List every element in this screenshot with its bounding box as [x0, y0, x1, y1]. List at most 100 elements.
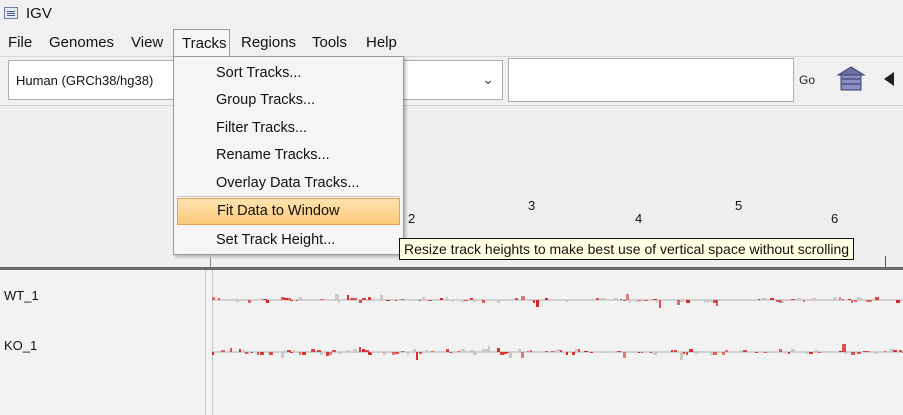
signal-bar [299, 352, 301, 355]
signal-bar [317, 350, 321, 352]
track-name-wt-1[interactable]: WT_1 [4, 288, 39, 303]
signal-bar [488, 299, 490, 300]
signal-bar [470, 298, 473, 300]
signal-bar [764, 298, 767, 300]
signal-bar [638, 300, 641, 301]
name-panel-divider[interactable] [205, 270, 206, 415]
genome-dropdown-value: Human (GRCh38/hg38) [16, 73, 154, 88]
signal-bar [845, 352, 847, 354]
track-signal-ko-1[interactable] [212, 339, 903, 367]
menu-item-overlay-data-tracks[interactable]: Overlay Data Tracks... [177, 170, 400, 197]
signal-bar [419, 300, 421, 301]
chromosome-label[interactable]: 2 [408, 211, 415, 226]
signal-bar [842, 344, 846, 352]
signal-bar [332, 350, 336, 352]
signal-bar [566, 352, 568, 355]
signal-bar [854, 300, 857, 302]
signal-bar [818, 352, 821, 353]
chromosome-label[interactable]: 6 [831, 211, 838, 226]
signal-bar [791, 299, 795, 300]
menu-regions[interactable]: Regions [233, 29, 304, 56]
signal-bar [452, 352, 454, 354]
signal-bar [779, 349, 782, 352]
signal-bar [287, 350, 291, 352]
signal-bar [578, 349, 580, 352]
menu-item-set-track-height[interactable]: Set Track Height... [177, 227, 400, 254]
signal-bar [653, 299, 657, 300]
signal-bar [827, 351, 830, 352]
signal-bar [422, 297, 425, 300]
signal-bar [353, 349, 357, 352]
menu-view[interactable]: View [123, 29, 171, 56]
menu-item-filter-tracks[interactable]: Filter Tracks... [177, 115, 400, 142]
signal-bar [395, 352, 399, 354]
signal-bar [521, 352, 524, 358]
signal-bar [212, 352, 214, 355]
signal-bar [650, 300, 653, 301]
signal-bar [851, 352, 855, 355]
signal-bar [848, 299, 851, 300]
signal-bar [575, 349, 578, 352]
signal-bar [425, 350, 428, 352]
signal-bar [899, 350, 902, 352]
menu-tools[interactable]: Tools [304, 29, 355, 56]
locus-search-input[interactable] [508, 58, 794, 102]
track-signal-wt-1[interactable] [212, 287, 903, 315]
menu-genomes[interactable]: Genomes [41, 29, 122, 56]
menu-item-sort-tracks[interactable]: Sort Tracks... [177, 60, 400, 87]
signal-bar [233, 300, 236, 301]
signal-bar [680, 352, 683, 360]
signal-bar [416, 352, 418, 360]
signal-bar [362, 298, 366, 300]
go-button[interactable]: Go [796, 61, 818, 99]
signal-bar [554, 350, 556, 352]
back-arrow-icon[interactable] [884, 72, 894, 86]
chromosome-label[interactable]: 5 [735, 198, 742, 213]
menu-item-rename-tracks[interactable]: Rename Tracks... [177, 142, 400, 169]
home-icon[interactable] [836, 66, 866, 92]
menu-help[interactable]: Help [358, 29, 405, 56]
signal-bar [221, 350, 225, 352]
signal-bar [461, 349, 465, 352]
tooltip: Resize track heights to make best use of… [399, 238, 855, 260]
track-name-ko-1[interactable]: KO_1 [4, 338, 37, 353]
signal-bar [725, 350, 728, 352]
signal-bar [344, 299, 346, 300]
signal-bar [869, 300, 872, 302]
signal-bar [896, 300, 900, 303]
signal-bar [782, 300, 784, 303]
signal-bar [269, 352, 273, 355]
signal-bar [860, 298, 862, 300]
signal-bar [635, 300, 638, 302]
signal-bar [353, 298, 357, 300]
signal-bar [839, 351, 842, 352]
signal-bar [704, 300, 706, 303]
signal-bar [473, 352, 477, 355]
signal-bar [893, 350, 897, 352]
signal-bar [584, 351, 588, 352]
menu-item-fit-data-to-window[interactable]: Fit Data to Window [177, 198, 400, 225]
title-bar [0, 0, 903, 29]
menu-bar: File Genomes View Tracks Regions Tools H… [0, 29, 903, 57]
menu-item-group-tracks[interactable]: Group Tracks... [177, 87, 400, 114]
signal-bar [758, 299, 760, 300]
signal-bar [641, 299, 643, 300]
menu-tracks[interactable]: Tracks [173, 29, 230, 56]
signal-bar [356, 352, 360, 353]
signal-bar [542, 300, 544, 301]
chromosome-label[interactable]: 4 [635, 211, 642, 226]
menu-file[interactable]: File [0, 29, 40, 56]
signal-bar [677, 300, 680, 305]
signal-bar [656, 300, 658, 303]
signal-bar [296, 300, 298, 301]
signal-bar [530, 350, 532, 352]
signal-bar [629, 300, 631, 303]
signal-bar [683, 352, 685, 354]
signal-bar [605, 352, 607, 353]
signal-bar [812, 298, 816, 300]
signal-bar [518, 349, 521, 352]
signal-bar [464, 300, 468, 301]
signal-bar [347, 350, 350, 352]
chromosome-label[interactable]: 3 [528, 198, 535, 213]
signal-bar [566, 300, 568, 302]
